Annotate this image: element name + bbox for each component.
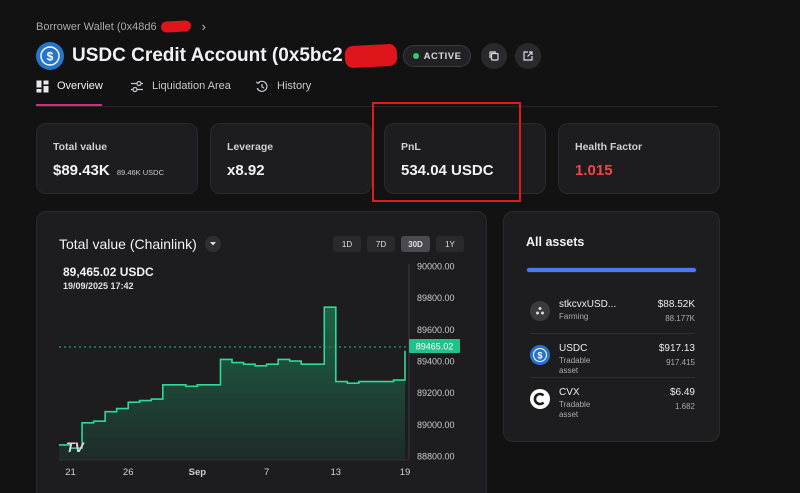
y-axis-ticks: 90000.00 89800.00 89600.00 89400.00 89200.00… [417, 262, 455, 462]
leverage-card: Leverage x8.92 [210, 123, 372, 194]
total-value-chart-panel: Total value (Chainlink) 1D 7D 30D 1Y 900… [36, 211, 487, 493]
total-value-amount: $89.43K [53, 162, 110, 179]
status-badge-label: ACTIVE [423, 50, 462, 62]
grid-icon [36, 80, 49, 93]
row-divider [530, 333, 695, 334]
stkcvx-icon [530, 301, 550, 321]
asset-allocation-bar [526, 267, 697, 273]
status-badge: ACTIVE [402, 45, 472, 67]
x-tick-label: Sep [189, 467, 207, 478]
chevron-right-icon: › [201, 19, 206, 34]
last-value-label: 89465.02 [416, 342, 454, 352]
x-tick-label: 19 [400, 467, 411, 478]
tab-overview[interactable]: Overview [36, 80, 103, 106]
y-tick-label: 89200.00 [417, 388, 455, 398]
health-factor-label: Health Factor [575, 141, 643, 153]
redaction-mark [344, 43, 398, 69]
tab-overview-label: Overview [57, 80, 103, 92]
y-tick-label: 89800.00 [417, 293, 455, 303]
all-assets-title: All assets [526, 235, 585, 249]
copy-icon [489, 51, 500, 61]
asset-amount: 1.682 [674, 402, 695, 411]
asset-type: Tradable asset [559, 356, 591, 375]
open-external-button[interactable] [515, 43, 542, 69]
redaction-mark [160, 20, 191, 33]
total-value-value: $89.43K 89.46K USDC [53, 162, 164, 179]
asset-row-cvx[interactable]: CVX Tradable asset $6.49 1.682 [530, 384, 695, 424]
x-tick-label: 7 [264, 467, 269, 478]
cvx-icon [530, 389, 550, 409]
crosshair-date: 19/09/2025 17:42 [63, 281, 134, 291]
x-tick-label: 21 [65, 467, 76, 478]
asset-usd-value: $6.49 [669, 387, 695, 398]
svg-text:$: $ [537, 350, 542, 360]
crosshair-value: 89,465.02 USDC [63, 265, 154, 279]
breadcrumb-wallet-label: Borrower Wallet (0x48d6 [36, 20, 157, 33]
asset-type: Tradable asset [559, 400, 591, 419]
breadcrumb[interactable]: Borrower Wallet (0x48d6 › [36, 19, 206, 34]
total-value-card: Total value $89.43K 89.46K USDC [36, 123, 198, 194]
asset-row-stkcvxusd[interactable]: stkcvxUSD... Farming $88.52K 88.177K [530, 296, 695, 336]
page-title: USDC Credit Account (0x5bc2 [72, 45, 343, 66]
total-value-usdc: 89.46K USDC [116, 168, 164, 177]
annotation-highlight-box [372, 102, 521, 202]
y-tick-label: 88800.00 [417, 452, 455, 462]
all-assets-panel: All assets stkcvxUSD... Farming $88.52K … [503, 211, 720, 442]
usdc-icon: $ [36, 42, 64, 70]
total-value-chart[interactable]: 90000.00 89800.00 89600.00 89400.00 89200.00… [37, 212, 486, 492]
leverage-label: Leverage [227, 141, 274, 153]
asset-amount: 88.177K [665, 314, 695, 323]
tab-history[interactable]: History [255, 80, 311, 106]
tab-liquidation-area-label: Liquidation Area [152, 80, 231, 92]
account-header: $ USDC Credit Account (0x5bc2 ACTIVE [36, 42, 542, 70]
copy-button[interactable] [481, 43, 508, 69]
svg-text:$: $ [47, 50, 54, 64]
asset-type: Farming [559, 312, 589, 321]
asset-usd-value: $88.52K [657, 299, 695, 310]
asset-name: USDC [559, 343, 588, 354]
tradingview-logo-icon: TV [66, 439, 86, 455]
asset-name: stkcvxUSD... [559, 299, 617, 310]
active-tab-indicator [36, 104, 102, 106]
sliders-icon [131, 80, 143, 93]
external-link-icon [523, 51, 534, 61]
health-factor-value: 1.015 [575, 162, 613, 179]
tab-history-label: History [277, 80, 312, 92]
y-tick-label: 90000.00 [417, 262, 455, 272]
usdc-icon: $ [530, 345, 550, 365]
x-tick-label: 13 [331, 467, 342, 478]
history-icon [255, 80, 268, 92]
row-divider [530, 377, 695, 378]
health-factor-card: Health Factor 1.015 [558, 123, 720, 194]
y-tick-label: 89600.00 [417, 325, 455, 335]
x-tick-label: 26 [123, 467, 134, 478]
asset-amount: 917.415 [666, 358, 695, 367]
y-tick-label: 89000.00 [417, 420, 455, 430]
total-value-label: Total value [53, 141, 108, 153]
x-axis-ticks: 21 26 Sep 7 13 19 [65, 467, 410, 478]
status-dot-icon [412, 53, 419, 59]
leverage-value: x8.92 [227, 162, 265, 179]
asset-name: CVX [559, 387, 580, 398]
y-tick-label: 89400.00 [417, 357, 455, 367]
asset-row-usdc[interactable]: $ USDC Tradable asset $917.13 917.415 [530, 340, 695, 380]
asset-usd-value: $917.13 [658, 343, 695, 354]
tab-liquidation-area[interactable]: Liquidation Area [130, 80, 231, 106]
